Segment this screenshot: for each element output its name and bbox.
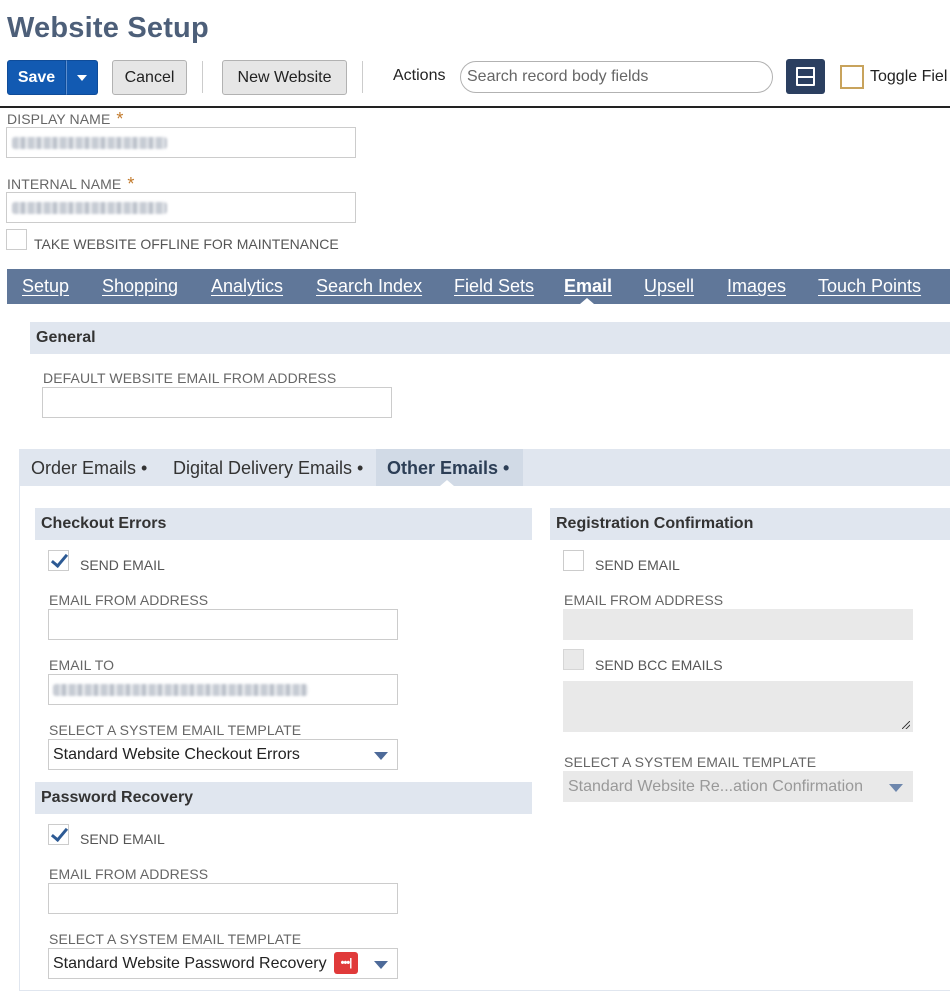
toggle-fields-checkbox[interactable] (840, 65, 864, 89)
password-manager-icon[interactable]: •••| (334, 952, 358, 974)
registration-from-field (563, 609, 913, 640)
layout-icon (796, 67, 815, 86)
checkout-errors-from-label: EMAIL FROM ADDRESS (49, 592, 209, 608)
registration-template-select: Standard Website Re...ation Confirmation (563, 771, 913, 802)
registration-send-email-label: SEND EMAIL (595, 557, 680, 573)
registration-bcc-textarea (563, 681, 913, 732)
offline-maintenance-checkbox[interactable] (6, 229, 27, 250)
new-website-button[interactable]: New Website (222, 60, 347, 95)
checkout-errors-send-email-checkbox[interactable] (48, 550, 69, 571)
password-recovery-send-email-label: SEND EMAIL (80, 831, 165, 847)
chevron-down-icon (889, 784, 903, 792)
actions-menu[interactable]: Actions (393, 67, 445, 85)
tab-upsell[interactable]: Upsell (644, 276, 694, 297)
collapse-sections-button[interactable] (786, 59, 825, 94)
default-from-address-field[interactable] (42, 387, 392, 418)
registration-bcc-label: SEND BCC EMAILS (595, 657, 723, 673)
save-button[interactable]: Save (7, 60, 66, 95)
checkout-errors-to-field[interactable] (48, 674, 398, 705)
registration-from-label: EMAIL FROM ADDRESS (564, 592, 724, 608)
registration-confirmation-header: Registration Confirmation (550, 508, 950, 540)
general-section-header: General (30, 322, 950, 354)
tab-analytics[interactable]: Analytics (211, 276, 283, 297)
display-name-field[interactable] (6, 127, 356, 158)
subtab-other-emails[interactable]: Other Emails • (387, 458, 509, 479)
required-icon: * (127, 174, 135, 194)
checkout-errors-send-email-label: SEND EMAIL (80, 557, 165, 573)
save-dropdown-button[interactable] (66, 60, 98, 95)
chevron-down-icon (77, 74, 87, 81)
registration-send-email-checkbox[interactable] (563, 550, 584, 571)
cancel-button-label: Cancel (124, 68, 175, 86)
password-recovery-from-label: EMAIL FROM ADDRESS (49, 866, 209, 882)
active-tab-indicator (580, 298, 594, 304)
tab-field-sets[interactable]: Field Sets (454, 276, 534, 297)
redacted-text (12, 202, 167, 214)
tab-images[interactable]: Images (727, 276, 786, 297)
required-icon: * (116, 109, 124, 129)
default-from-address-label: DEFAULT WEBSITE EMAIL FROM ADDRESS (43, 370, 337, 386)
toolbar-divider (362, 61, 363, 93)
display-name-label: DISPLAY NAME * (7, 109, 124, 129)
subtab-digital-delivery-emails[interactable]: Digital Delivery Emails • (173, 458, 363, 479)
checkout-errors-to-label: EMAIL TO (49, 657, 115, 673)
header-divider (0, 106, 950, 108)
password-recovery-template-label: SELECT A SYSTEM EMAIL TEMPLATE (49, 931, 302, 947)
checkout-errors-template-label: SELECT A SYSTEM EMAIL TEMPLATE (49, 722, 302, 738)
cancel-button[interactable]: Cancel (112, 60, 187, 95)
password-recovery-header: Password Recovery (35, 782, 532, 814)
redacted-text (12, 137, 167, 149)
checkout-errors-template-value: Standard Website Checkout Errors (53, 745, 300, 763)
search-input[interactable] (460, 61, 773, 93)
save-button-label: Save (17, 68, 56, 86)
page-title: Website Setup (7, 12, 209, 44)
tab-setup[interactable]: Setup (22, 276, 69, 297)
toggle-fields-label: Toggle Fiel (870, 68, 948, 85)
toolbar-divider (202, 61, 203, 93)
internal-name-field[interactable] (6, 192, 356, 223)
password-recovery-template-value: Standard Website Password Recovery (53, 954, 327, 972)
main-tab-bar: Setup Shopping Analytics Search Index Fi… (7, 269, 950, 304)
redacted-text (53, 684, 308, 696)
registration-template-value: Standard Website Re...ation Confirmation (568, 777, 863, 795)
internal-name-label: INTERNAL NAME * (7, 174, 135, 194)
resize-handle-icon[interactable] (902, 721, 910, 729)
checkout-errors-header: Checkout Errors (35, 508, 532, 540)
tab-search-index[interactable]: Search Index (316, 276, 422, 297)
password-recovery-from-field[interactable] (48, 883, 398, 914)
offline-maintenance-label: TAKE WEBSITE OFFLINE FOR MAINTENANCE (34, 236, 339, 252)
tab-shopping[interactable]: Shopping (102, 276, 178, 297)
registration-template-label: SELECT A SYSTEM EMAIL TEMPLATE (564, 754, 817, 770)
password-recovery-send-email-checkbox[interactable] (48, 824, 69, 845)
new-website-button-label: New Website (237, 68, 332, 86)
checkout-errors-from-field[interactable] (48, 609, 398, 640)
chevron-down-icon (374, 752, 388, 760)
checkout-errors-template-select[interactable]: Standard Website Checkout Errors (48, 739, 398, 770)
tab-touch-points[interactable]: Touch Points (818, 276, 921, 297)
chevron-down-icon (374, 961, 388, 969)
tab-email[interactable]: Email (564, 276, 612, 297)
registration-bcc-checkbox (563, 649, 584, 670)
subtab-order-emails[interactable]: Order Emails • (31, 458, 147, 479)
